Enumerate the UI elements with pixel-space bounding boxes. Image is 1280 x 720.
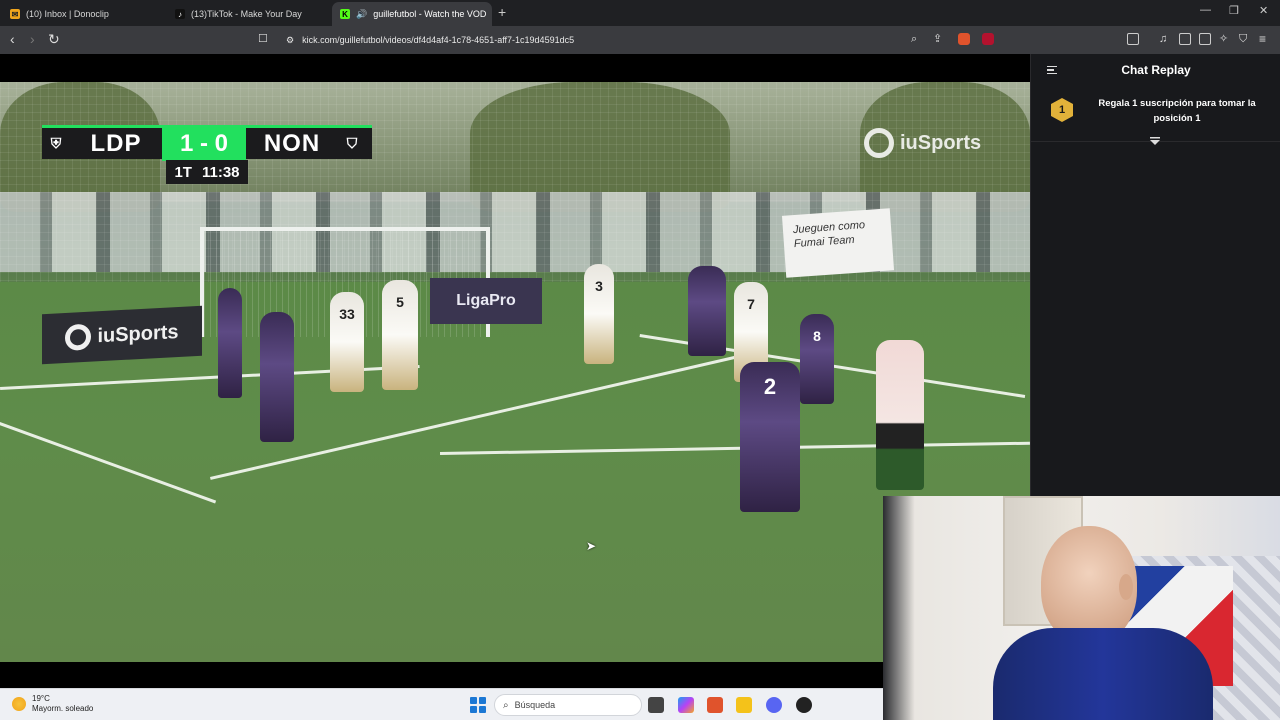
player: 2 bbox=[740, 362, 800, 512]
home-team: LDP bbox=[90, 129, 142, 157]
banner-text: iuSports bbox=[97, 320, 179, 347]
chat-title: Chat Replay bbox=[1121, 63, 1191, 77]
watermark-text: iuSports bbox=[900, 131, 982, 154]
player bbox=[218, 288, 242, 398]
mouse-cursor-icon: ➤ bbox=[586, 539, 597, 553]
player bbox=[260, 312, 294, 442]
sun-icon bbox=[12, 697, 26, 711]
brave-shield-icon[interactable] bbox=[958, 33, 970, 45]
tab-title: guillefutbol - Watch the VOD bbox=[373, 9, 487, 19]
browser-toolbar: ‹ › ↻ ☐ ⚙ kick.com/guillefutbol/videos/d… bbox=[0, 26, 1280, 54]
banner-text: LigaPro bbox=[456, 292, 516, 309]
player-number: 5 bbox=[396, 294, 404, 310]
player-number: 8 bbox=[813, 328, 821, 344]
sign-text: Jueguen como Fumai Team bbox=[792, 219, 866, 251]
email-icon: ✉ bbox=[10, 9, 20, 19]
player: 33 bbox=[330, 292, 364, 392]
rank-badge-icon: 1 bbox=[1051, 98, 1073, 122]
search-icon: ⌕ bbox=[503, 699, 509, 711]
iusports-logo-icon bbox=[65, 323, 92, 351]
rank-number: 1 bbox=[1058, 104, 1066, 116]
share-icon[interactable]: ⇪ bbox=[933, 31, 942, 47]
screenshot-icon[interactable] bbox=[1127, 33, 1139, 45]
site-info-icon[interactable]: ⚙ bbox=[286, 35, 294, 46]
address-bar[interactable]: ⚙ kick.com/guillefutbol/videos/df4d4af4-… bbox=[276, 29, 1002, 51]
earphone bbox=[1119, 574, 1133, 600]
referee bbox=[876, 340, 924, 490]
minimize-button[interactable]: — bbox=[1200, 4, 1211, 16]
weather-condition: Mayorm. soleado bbox=[32, 704, 94, 713]
tab-kick[interactable]: K 🔊 guillefutbol - Watch the VOD ✕ bbox=[332, 2, 492, 26]
tiktok-icon: ♪ bbox=[175, 9, 185, 19]
forward-button[interactable]: › bbox=[30, 31, 35, 47]
promo-text: Regala 1 suscripción para tomar la posic… bbox=[1098, 98, 1256, 124]
chat-panel: Chat Replay 1 Regala 1 suscripción para … bbox=[1030, 54, 1280, 496]
tab-inbox[interactable]: ✉ (10) Inbox | Donoclip bbox=[2, 2, 164, 26]
search-placeholder: Búsqueda bbox=[514, 700, 556, 710]
tab-title: (10) Inbox | Donoclip bbox=[26, 9, 109, 19]
kick-icon: K bbox=[340, 9, 350, 19]
bookmark-icon[interactable]: ☐ bbox=[258, 31, 268, 47]
audio-icon: 🔊 bbox=[356, 8, 368, 19]
player-number: 2 bbox=[763, 374, 777, 399]
reload-button[interactable]: ↻ bbox=[48, 31, 60, 47]
back-button[interactable]: ‹ bbox=[10, 31, 15, 47]
player-number: 7 bbox=[747, 296, 755, 312]
browser-tab-bar: ✉ (10) Inbox | Donoclip ♪ (13)TikTok - M… bbox=[0, 0, 1280, 26]
media-icon[interactable]: ♫ bbox=[1159, 31, 1167, 47]
broadcast-watermark: iuSports bbox=[864, 128, 981, 158]
sidebar-icon[interactable] bbox=[1179, 33, 1191, 45]
match-period: 1T bbox=[174, 163, 192, 181]
windows-start-icon[interactable] bbox=[470, 697, 486, 713]
video-frame[interactable]: iuSports LigaPro Jueguen como Fumai Team… bbox=[0, 82, 1030, 662]
player bbox=[688, 266, 726, 356]
ad-banner: iuSports bbox=[42, 305, 202, 365]
player-number: 3 bbox=[595, 278, 603, 294]
player-number: 33 bbox=[339, 306, 355, 322]
match-clock: 11:38 bbox=[201, 163, 240, 181]
fan-sign: Jueguen como Fumai Team bbox=[781, 208, 895, 278]
wallet-icon[interactable] bbox=[1199, 33, 1211, 45]
home-crest-icon: ⛨ bbox=[50, 135, 62, 151]
ad-banner: LigaPro bbox=[430, 278, 542, 324]
file-explorer-icon[interactable] bbox=[736, 697, 752, 713]
zoom-icon[interactable]: ⌕ bbox=[911, 31, 917, 47]
taskbar-search[interactable]: ⌕ Búsqueda bbox=[494, 694, 642, 716]
chevron-down-icon[interactable] bbox=[1150, 137, 1160, 145]
brave-browser-icon[interactable] bbox=[707, 697, 723, 713]
url-text: kick.com/guillefutbol/videos/df4d4af4-1c… bbox=[302, 35, 575, 45]
discord-icon[interactable] bbox=[766, 697, 782, 713]
brave-rewards-icon[interactable] bbox=[982, 33, 994, 45]
away-team: NON bbox=[263, 129, 321, 157]
score: 1 - 0 bbox=[162, 126, 246, 161]
close-window-button[interactable]: ✕ bbox=[1259, 4, 1268, 17]
player: 3 bbox=[584, 264, 614, 364]
obs-icon[interactable] bbox=[796, 697, 812, 713]
iusports-logo-icon bbox=[864, 128, 894, 158]
weather-widget[interactable]: 19°C Mayorm. soleado bbox=[12, 694, 93, 714]
task-view-icon[interactable] bbox=[648, 697, 664, 713]
windows-taskbar: 19°C Mayorm. soleado ⌕ Búsqueda bbox=[0, 688, 883, 720]
maximize-button[interactable]: ❐ bbox=[1229, 4, 1239, 17]
copilot-icon[interactable] bbox=[678, 697, 694, 713]
streamer-shirt bbox=[993, 628, 1213, 720]
temperature: 19°C bbox=[32, 694, 50, 703]
webcam-overlay bbox=[883, 496, 1280, 720]
player: 8 bbox=[800, 314, 834, 404]
leo-ai-icon[interactable]: ✧ bbox=[1219, 31, 1228, 47]
vpn-icon[interactable]: ⛉ bbox=[1239, 31, 1247, 47]
new-tab-button[interactable]: + bbox=[498, 4, 506, 20]
match-timer: 1T 11:38 bbox=[166, 160, 248, 184]
away-crest-icon: ⛉ bbox=[346, 135, 358, 151]
video-player-area: iuSports LigaPro Jueguen como Fumai Team… bbox=[0, 54, 1030, 688]
collapse-chat-icon[interactable] bbox=[1047, 66, 1057, 74]
tab-title: (13)TikTok - Make Your Day bbox=[191, 9, 302, 19]
chat-header: Chat Replay bbox=[1031, 54, 1280, 86]
player: 5 bbox=[382, 280, 418, 390]
scoreboard: ⛨ LDP 1 - 0 NON ⛉ bbox=[42, 125, 372, 161]
tab-tiktok[interactable]: ♪ (13)TikTok - Make Your Day bbox=[167, 2, 329, 26]
menu-icon[interactable]: ≡ bbox=[1259, 31, 1266, 47]
gift-sub-promo[interactable]: 1 Regala 1 suscripción para tomar la pos… bbox=[1031, 86, 1280, 145]
